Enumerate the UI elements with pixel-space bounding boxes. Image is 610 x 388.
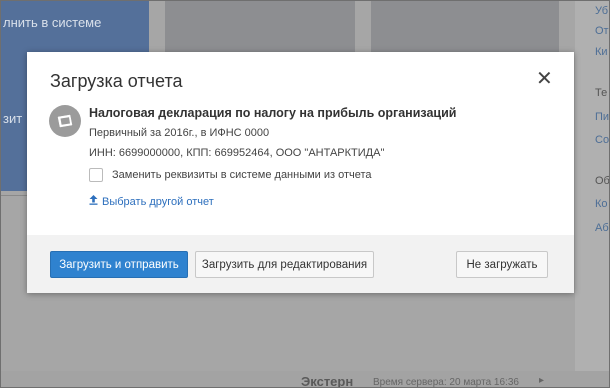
select-other-report-label[interactable]: Выбрать другой отчет <box>102 196 214 208</box>
report-organization: ИНН: 6699000000, КПП: 669952464, ООО "АН… <box>89 147 385 159</box>
upload-for-edit-button[interactable]: Загрузить для редактирования <box>195 251 374 278</box>
document-icon <box>49 105 81 137</box>
replace-details-label[interactable]: Заменить реквизиты в системе данными из … <box>112 169 372 181</box>
upload-arrow-icon <box>89 195 98 208</box>
background-link: Ки <box>595 46 608 58</box>
replace-details-checkbox-row[interactable]: Заменить реквизиты в системе данными из … <box>89 168 372 182</box>
background-heading: Об <box>595 175 610 187</box>
background-right-column: Уб От Ки Те Пи Со Об Ко Аб <box>575 1 610 387</box>
background-link: От <box>595 25 609 37</box>
dialog-title: Загрузка отчета <box>50 71 183 91</box>
background-link: Уб <box>595 5 609 17</box>
background-footer: Экстерн Время сервера: 20 марта 16:36 ▸ <box>1 371 609 388</box>
document-glyph <box>57 114 73 128</box>
replace-details-checkbox[interactable] <box>89 168 103 182</box>
upload-report-dialog: Загрузка отчета ✕ Налоговая декларация п… <box>27 52 574 293</box>
background-link: Ко <box>595 198 608 210</box>
background-link: Со <box>595 134 610 146</box>
background-tile-text: лнить в системе <box>3 15 102 30</box>
dont-upload-button[interactable]: Не загружать <box>456 251 548 278</box>
background-link: Пи <box>595 111 610 123</box>
brand-label: Экстерн <box>301 374 354 388</box>
select-other-report-link[interactable]: Выбрать другой отчет <box>89 195 214 208</box>
server-time: Время сервера: 20 марта 16:36 <box>373 377 519 388</box>
expand-icon: ▸ <box>539 375 545 386</box>
app-window: лнить в системе зит Уб От Ки Те Пи Со Об… <box>0 0 610 388</box>
close-icon[interactable]: ✕ <box>536 69 553 89</box>
upload-and-send-button[interactable]: Загрузить и отправить <box>50 251 188 278</box>
dialog-footer: Загрузить и отправить Загрузить для реда… <box>27 235 574 293</box>
background-link: Аб <box>595 222 609 234</box>
background-heading: Те <box>595 87 608 99</box>
report-period: Первичный за 2016г., в ИФНС 0000 <box>89 127 270 139</box>
report-title: Налоговая декларация по налогу на прибыл… <box>89 106 457 120</box>
background-tile-text: зит <box>3 111 23 126</box>
